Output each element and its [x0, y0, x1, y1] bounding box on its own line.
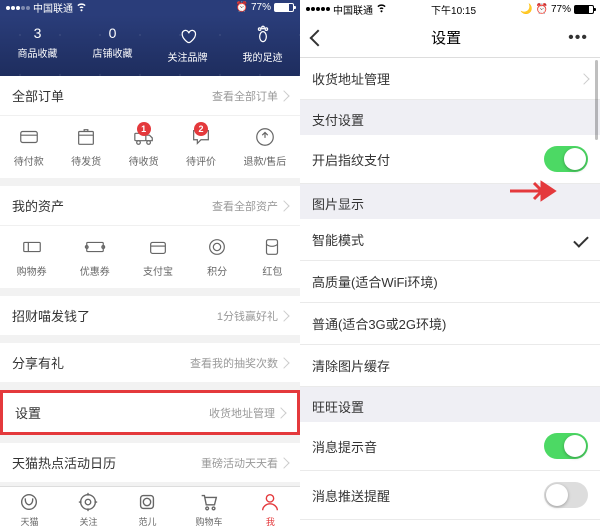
check-icon: [573, 232, 589, 248]
signal-dots: [6, 6, 30, 10]
toggle-push[interactable]: [544, 482, 588, 508]
battery-icon: [274, 3, 294, 12]
tab-follow[interactable]: 关注: [77, 491, 99, 528]
my-assets-row[interactable]: 我的资产 查看全部资产: [0, 186, 300, 226]
order-pending-receive[interactable]: 1 待收货: [129, 126, 159, 168]
row-fingerprint[interactable]: 开启指纹支付: [300, 135, 600, 184]
carrier: 中国联通: [33, 0, 73, 15]
order-pending-ship[interactable]: 待发货: [71, 126, 101, 168]
toggle-fingerprint[interactable]: [544, 146, 588, 172]
annotation-arrow: [508, 178, 558, 204]
row-address[interactable]: 收货地址管理: [300, 58, 600, 100]
chevron-right-icon: [278, 457, 289, 468]
more-icon[interactable]: •••: [568, 29, 588, 47]
tab-me[interactable]: 我: [259, 491, 281, 528]
order-strip: 待付款 待发货 1 待收货 2 待评价 退款/售后: [0, 116, 300, 178]
nav-header: 设置 •••: [300, 18, 600, 58]
asset-strip: 购物券 优惠券 支付宝 积分 红包: [0, 226, 300, 288]
carrier: 中国联通: [333, 2, 373, 17]
row-sound[interactable]: 消息提示音: [300, 422, 600, 471]
row-normal[interactable]: 普通(适合3G或2G环境): [300, 303, 600, 345]
row-hq[interactable]: 高质量(适合WiFi环境): [300, 261, 600, 303]
order-pending-review[interactable]: 2 待评价: [186, 126, 216, 168]
toggle-sound[interactable]: [544, 433, 588, 459]
alarm-icon: ⏰: [236, 2, 248, 13]
row-smart[interactable]: 智能模式: [300, 219, 600, 261]
all-orders-row[interactable]: 全部订单 查看全部订单: [0, 76, 300, 116]
alarm-icon: ⏰: [536, 4, 548, 15]
wifi-icon: [76, 1, 87, 15]
battery-pct: 77%: [551, 4, 571, 15]
back-icon[interactable]: [310, 29, 327, 46]
time: 下午10:15: [387, 2, 520, 17]
dnd-icon: 🌙: [520, 4, 532, 15]
row-clearcache[interactable]: 清除图片缓存: [300, 345, 600, 387]
hdr-brands[interactable]: 关注品牌: [168, 25, 208, 64]
tab-faner[interactable]: 范儿: [136, 491, 158, 528]
tab-bar: 天猫 关注 范儿 购物车 我: [0, 486, 300, 532]
chevron-right-icon: [278, 200, 289, 211]
wifi-icon: [376, 2, 387, 16]
row-share[interactable]: 分享有礼 查看我的抽奖次数: [0, 343, 300, 382]
row-zhaocaimiao[interactable]: 招财喵发钱了 1分钱赢好礼: [0, 296, 300, 335]
row-calendar[interactable]: 天猫热点活动日历 重磅活动天天看: [0, 443, 300, 482]
sec-wangwang: 旺旺设置: [300, 387, 600, 422]
asset-points[interactable]: 积分: [206, 236, 228, 278]
asset-redpacket[interactable]: 红包: [261, 236, 283, 278]
page-title: 设置: [431, 27, 461, 48]
hdr-fav-shops[interactable]: 0 店铺收藏: [93, 25, 133, 64]
tab-tmall[interactable]: 天猫: [18, 491, 40, 528]
chevron-right-icon: [278, 310, 289, 321]
status-bar: 中国联通 下午10:15 🌙 ⏰ 77%: [300, 0, 600, 18]
row-settings[interactable]: 设置 收货地址管理: [3, 393, 297, 432]
asset-alipay[interactable]: 支付宝: [143, 236, 173, 278]
battery-icon: [574, 5, 594, 14]
battery-pct: 77%: [251, 2, 271, 13]
order-pending-pay[interactable]: 待付款: [14, 126, 44, 168]
status-bar: 中国联通 ⏰ 77%: [0, 0, 300, 15]
asset-voucher[interactable]: 购物券: [17, 236, 47, 278]
row-receive[interactable]: 接收新消息通知 已关闭: [300, 520, 600, 532]
tab-cart[interactable]: 购物车: [195, 491, 222, 528]
chevron-right-icon: [578, 73, 589, 84]
chevron-right-icon: [278, 357, 289, 368]
chevron-right-icon: [278, 90, 289, 101]
chevron-right-icon: [275, 407, 286, 418]
badge: 2: [194, 122, 208, 136]
hdr-footprint[interactable]: 我的足迹: [243, 25, 283, 64]
row-push[interactable]: 消息推送提醒: [300, 471, 600, 520]
asset-coupon[interactable]: 优惠券: [80, 236, 110, 278]
order-refund[interactable]: 退款/售后: [243, 126, 286, 168]
badge: 1: [137, 122, 151, 136]
signal-dots: [306, 7, 330, 11]
scroll-indicator: [595, 60, 598, 140]
profile-header: 3 商品收藏 0 店铺收藏 关注品牌 我的足迹: [0, 15, 300, 76]
sec-payment: 支付设置: [300, 100, 600, 135]
hdr-fav-goods[interactable]: 3 商品收藏: [18, 25, 58, 64]
